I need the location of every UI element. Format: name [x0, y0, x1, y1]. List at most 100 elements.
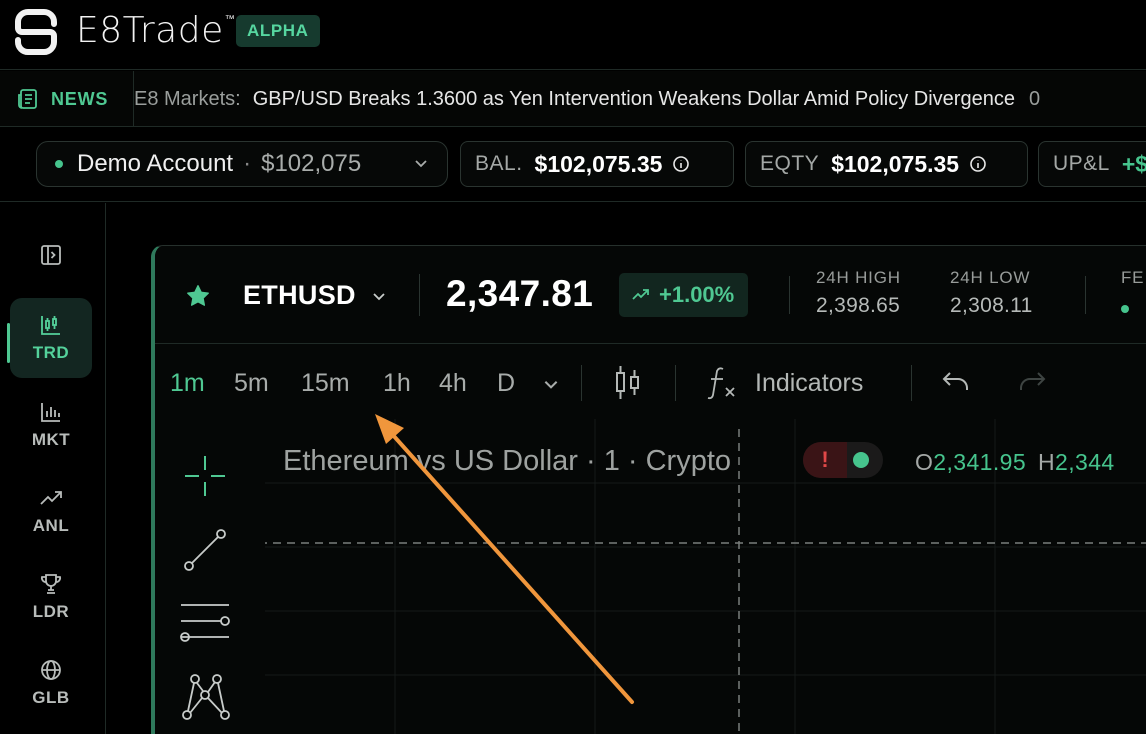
chart-toolbar: 1m 5m 15m 1h 4h D Indicators	[155, 345, 1146, 419]
pattern-icon[interactable]	[179, 671, 231, 723]
account-name: Demo Account	[77, 150, 234, 177]
drawing-tools	[155, 419, 255, 734]
candle-type-icon[interactable]	[613, 363, 643, 403]
change-value: +1.00%	[659, 282, 735, 307]
timeframe-1m[interactable]: 1m	[170, 369, 205, 398]
chart-panel: ETHUSD 2,347.81 +1.00% 24H HIGH 2,398.65…	[151, 245, 1146, 734]
chevron-down-icon[interactable]	[371, 288, 387, 304]
news-bar: NEWS E8 Markets: GBP/USD Breaks 1.3600 as…	[0, 71, 1146, 127]
timeframe-4h[interactable]: 4h	[439, 369, 467, 398]
bar-chart-icon	[41, 403, 60, 422]
globe-icon	[41, 660, 61, 680]
low-label: 24H LOW	[950, 268, 1031, 287]
ohlc-value: 2,344	[1055, 449, 1115, 475]
crosshair-icon[interactable]	[181, 452, 229, 500]
balance-label: BAL.	[475, 152, 523, 175]
nav-item-anl[interactable]: ANL	[10, 471, 92, 551]
equity-value: $102,075.35	[831, 150, 960, 177]
high-label: 24H HIGH	[816, 268, 901, 287]
equity-label: EQTY	[760, 152, 820, 175]
candlestick-icon	[41, 316, 60, 335]
change-badge: +1.00%	[619, 273, 749, 317]
status-dot	[853, 452, 869, 468]
account-balance: $102,075	[261, 150, 362, 177]
timeframe-d[interactable]: D	[497, 369, 515, 398]
trophy-icon	[41, 574, 61, 594]
trend-up-icon	[40, 491, 62, 505]
low-value: 2,308.11	[950, 294, 1033, 317]
divider	[675, 365, 676, 401]
function-icon[interactable]	[705, 364, 741, 402]
horizontal-lines-icon[interactable]	[177, 599, 233, 647]
trend-up-icon	[632, 289, 649, 300]
ohlc-legend: O2,341.95 H2,344	[915, 449, 1127, 476]
timeframe-5m[interactable]: 5m	[234, 369, 269, 398]
news-source: E8 Markets:	[134, 88, 241, 110]
logo-icon	[15, 9, 57, 55]
alert-status-pill[interactable]: !	[803, 442, 883, 478]
app-name: E8Trade™	[76, 10, 236, 51]
divider	[419, 274, 420, 316]
high-stat: 24H HIGH 2,398.65	[816, 268, 901, 318]
divider	[789, 276, 790, 314]
info-icon[interactable]	[672, 155, 690, 173]
low-stat: 24H LOW 2,308.11	[950, 268, 1033, 318]
news-button[interactable]: NEWS	[0, 71, 134, 127]
info-icon[interactable]	[969, 155, 987, 173]
nav-label: TRD	[32, 343, 70, 362]
symbol-header: ETHUSD 2,347.81 +1.00% 24H HIGH 2,398.65…	[155, 246, 1146, 344]
nav-label: LDR	[32, 602, 70, 621]
nav-label: MKT	[31, 430, 71, 449]
news-ticker[interactable]: E8 Markets: GBP/USD Breaks 1.3600 as Yen …	[134, 71, 1146, 127]
undo-icon[interactable]	[941, 369, 971, 395]
extra-label: FE	[1121, 268, 1145, 287]
side-nav: TRD MKT ANL LDR GLB	[0, 203, 106, 734]
nav-label: ANL	[32, 516, 70, 535]
alpha-badge: ALPHA	[236, 15, 320, 47]
account-separator: ·	[243, 150, 252, 177]
star-icon[interactable]	[185, 283, 211, 309]
main-content: ETHUSD 2,347.81 +1.00% 24H HIGH 2,398.65…	[107, 203, 1146, 734]
nav-item-trd[interactable]: TRD	[10, 298, 92, 378]
top-bar: E8Trade™ ALPHA	[0, 0, 1146, 70]
upnl-value: +$	[1121, 150, 1146, 177]
timeframe-15m[interactable]: 15m	[301, 369, 350, 398]
news-count: 0	[1028, 88, 1041, 110]
redo-icon[interactable]	[1017, 369, 1047, 395]
status-dot	[1121, 305, 1129, 313]
ohlc-key: H	[1038, 449, 1056, 475]
nav-item-glb[interactable]: GLB	[10, 643, 92, 723]
trend-line-icon[interactable]	[181, 526, 229, 574]
nav-label: GLB	[32, 688, 70, 707]
equity-stat: EQTY $102,075.35	[745, 141, 1028, 187]
balance-stat: BAL. $102,075.35	[460, 141, 734, 187]
high-value: 2,398.65	[816, 294, 901, 317]
divider	[1085, 276, 1086, 314]
nav-item-mkt[interactable]: MKT	[10, 385, 92, 465]
news-headline[interactable]: GBP/USD Breaks 1.3600 as Yen Interventio…	[253, 88, 1015, 110]
chevron-down-icon	[415, 160, 427, 168]
upnl-label: UP&L	[1053, 152, 1110, 175]
upnl-stat: UP&L +$	[1038, 141, 1146, 187]
account-selector[interactable]: Demo Account · $102,075	[36, 141, 448, 187]
divider	[911, 365, 912, 401]
nav-item-ldr[interactable]: LDR	[10, 557, 92, 637]
chart-title: Ethereum vs US Dollar · 1 · Crypto	[283, 445, 732, 477]
divider	[581, 365, 582, 401]
ohlc-value: 2,341.95	[933, 449, 1027, 475]
newspaper-icon	[18, 89, 37, 109]
status-dot	[55, 160, 63, 168]
sidebar-toggle-icon[interactable]	[39, 243, 63, 267]
warning-icon: !	[803, 442, 847, 478]
ohlc-key: O	[915, 449, 934, 475]
symbol-selector[interactable]: ETHUSD	[243, 280, 356, 311]
chevron-down-icon[interactable]	[542, 375, 560, 393]
indicators-button[interactable]: Indicators	[755, 369, 863, 398]
balance-value: $102,075.35	[534, 150, 663, 177]
news-label: NEWS	[51, 88, 109, 109]
account-bar: Demo Account · $102,075 BAL. $102,075.35…	[0, 128, 1146, 202]
extra-stat: FE	[1121, 268, 1144, 288]
app-root: E8Trade™ ALPHA NEWS E8 Markets: GBP/USD B…	[0, 0, 1146, 734]
timeframe-1h[interactable]: 1h	[383, 369, 411, 398]
last-price: 2,347.81	[446, 273, 594, 314]
